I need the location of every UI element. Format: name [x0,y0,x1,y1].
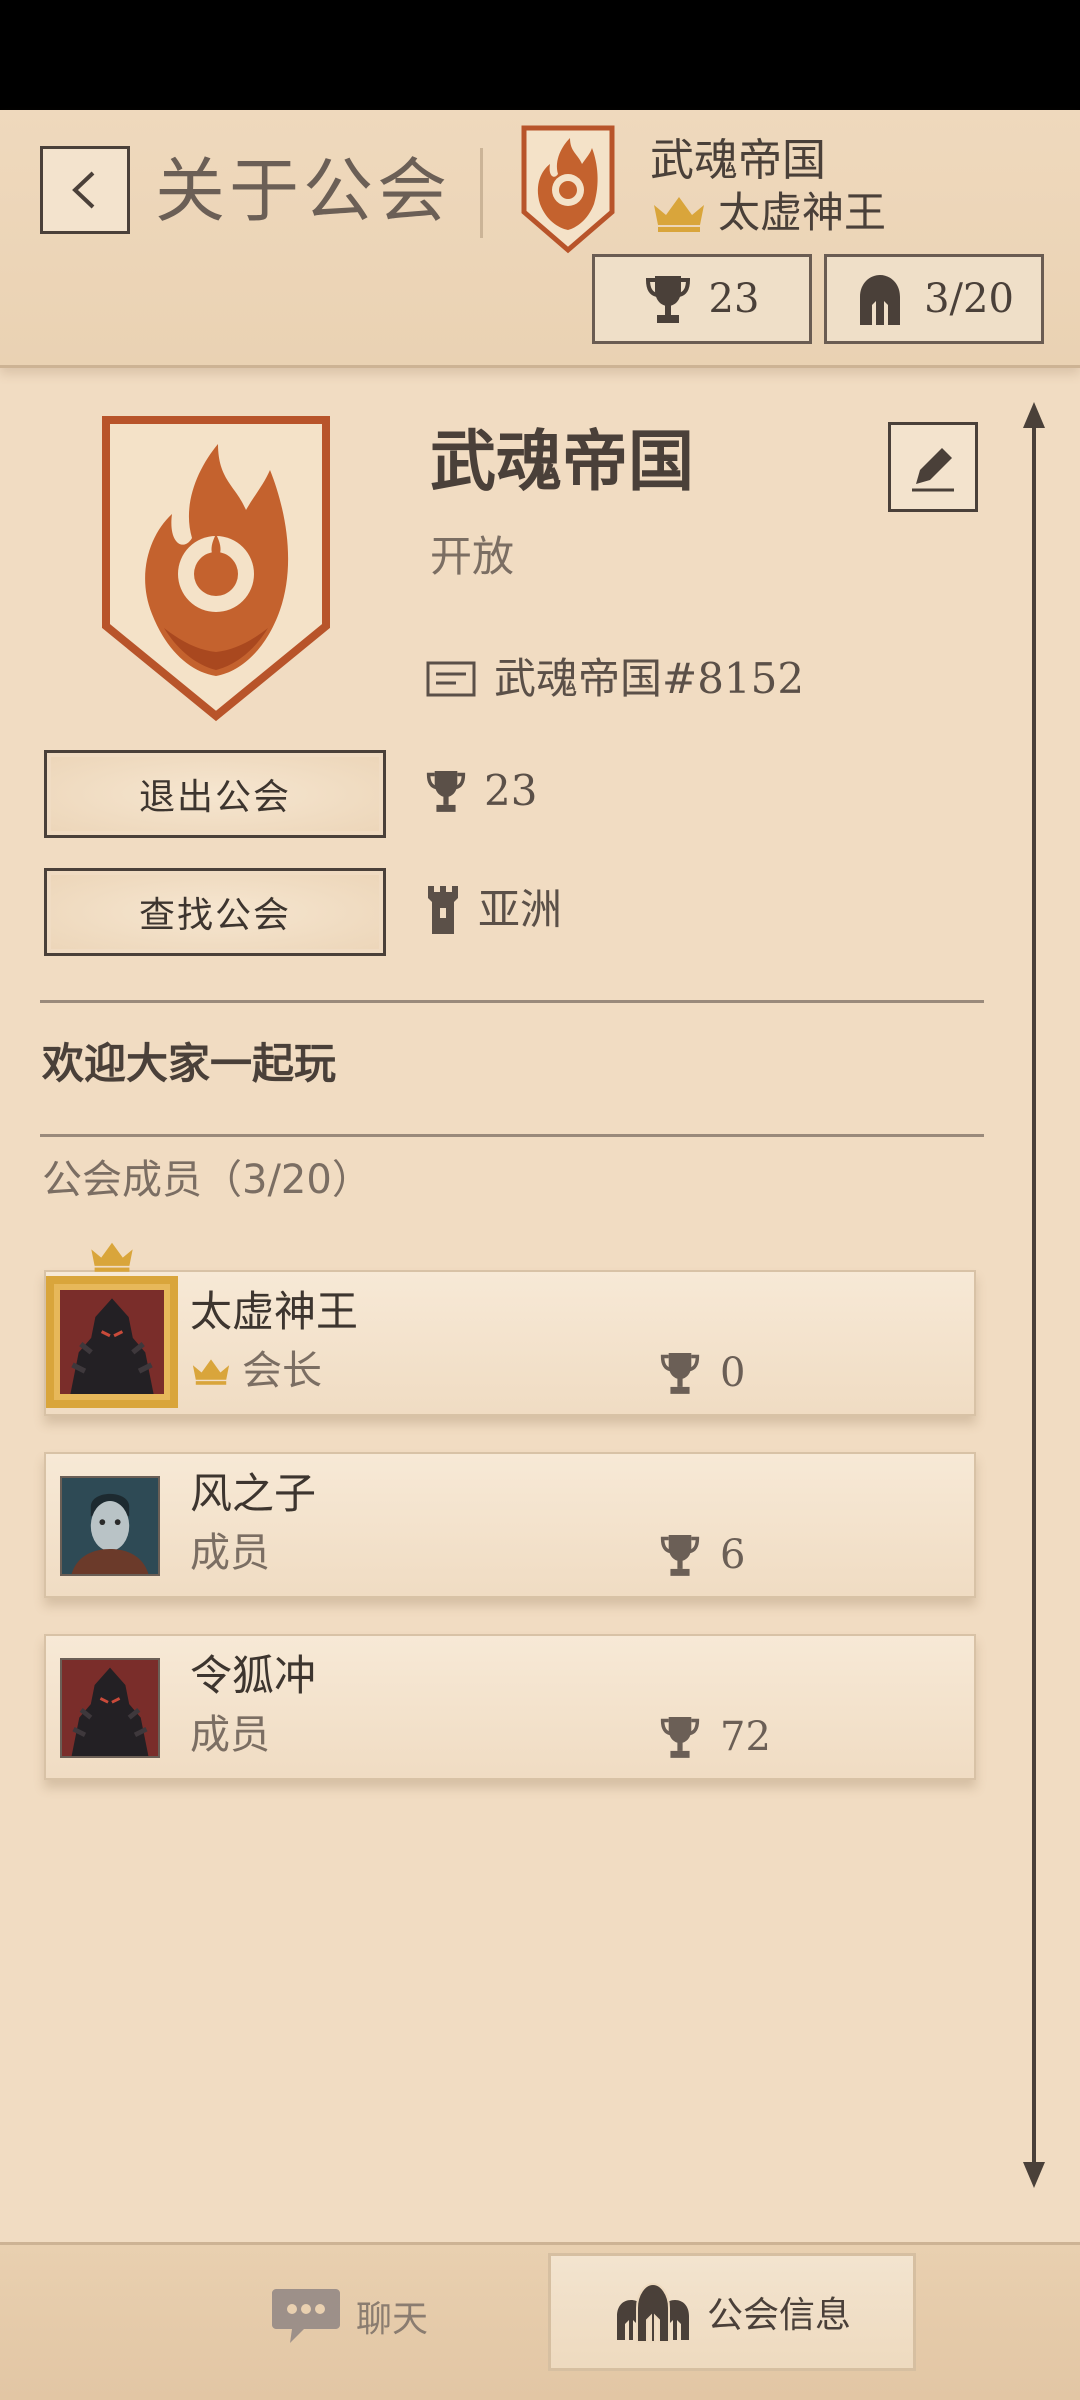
guild-trophy-row: 23 [426,766,537,816]
guild-description: 欢迎大家一起玩 [42,1039,337,1088]
nav-guild-info-tab[interactable]: 公会信息 [548,2253,916,2371]
trophy-icon [660,1535,700,1576]
bottom-nav: 聊天 公会信息 [0,2242,1080,2400]
chat-bubble-icon [272,2289,340,2343]
guild-trophy-value: 23 [484,766,538,815]
trophy-stat[interactable]: 23 [592,254,812,344]
member-name: 令狐冲 [190,1651,317,1700]
trophy-icon [426,771,466,812]
member-trophy-value: 6 [720,1532,746,1578]
member-trophy: 6 [660,1530,745,1580]
crown-icon [654,197,704,232]
avatar [60,1476,160,1576]
header-leader-name: 太虚神王 [718,188,887,237]
member-card-leader[interactable]: 太虚神王 会长 0 [44,1242,976,1416]
guild-crest-icon [521,125,615,254]
member-role: 成员 [190,1710,270,1760]
divider [40,1000,984,1003]
tower-icon [428,886,458,934]
guild-crest-large-icon [102,416,330,722]
status-bar [0,0,1080,110]
trophy-stat-value: 23 [708,276,760,322]
page-title: 关于公会 [155,150,451,232]
crown-icon [192,1359,230,1385]
member-trophy: 72 [660,1712,771,1762]
members-heading: 公会成员（3/20） [42,1157,372,1203]
member-role: 成员 [190,1528,270,1578]
crown-icon [91,1242,133,1272]
armored-knight-avatar-icon [60,1290,164,1394]
edit-pencil-icon [912,448,954,492]
avatar [60,1658,160,1758]
member-role-label: 成员 [190,1712,270,1758]
elf-avatar-icon [62,1478,158,1574]
header-guild-name: 武魂帝国 [650,135,826,186]
member-trophy-value: 0 [720,1350,746,1396]
guild-tag: 武魂帝国#8152 [494,654,805,703]
scrollbar[interactable] [1032,416,1036,2166]
guild-region: 亚洲 [478,885,563,934]
avatar [46,1276,178,1408]
armored-knight-avatar-icon [62,1660,158,1756]
members-stat-value: 3/20 [924,276,1014,322]
members-stat[interactable]: 3/20 [824,254,1044,344]
trophy-icon [645,276,690,323]
guild-region-row: 亚洲 [426,884,562,936]
member-role-label: 会长 [242,1348,322,1394]
guild-icon [616,2282,689,2343]
back-button[interactable] [40,146,130,234]
nav-chat-tab[interactable]: 聊天 [270,2285,428,2347]
trophy-icon [660,1353,700,1394]
trophy-icon [660,1717,700,1758]
member-name: 风之子 [190,1469,317,1518]
guild-status: 开放 [430,532,515,581]
header: 关于公会 武魂帝国 太虚神王 23 3/20 [0,110,1080,368]
member-card[interactable]: 风之子 成员 6 [44,1452,976,1598]
member-name: 太虚神王 [190,1287,359,1336]
member-trophy: 0 [660,1348,745,1398]
divider [40,1134,984,1137]
guild-tag-row: 武魂帝国#8152 [426,654,804,704]
leave-guild-button[interactable]: 退出公会 [44,750,386,838]
guild-info-panel: 武魂帝国 开放 武魂帝国#8152 23 亚洲 退出公会 查找公会 欢迎大家一起… [0,372,1080,2242]
helmet-icon [860,275,901,325]
header-leader: 太虚神王 [650,188,886,238]
nav-guild-info-label: 公会信息 [706,2295,851,2336]
member-role: 会长 [190,1346,322,1396]
member-card[interactable]: 令狐冲 成员 72 [44,1634,976,1780]
member-role-label: 成员 [190,1530,270,1576]
header-divider [480,148,483,238]
nav-chat-label: 聊天 [356,2299,429,2340]
id-card-icon [426,661,476,697]
member-trophy-value: 72 [720,1714,771,1760]
find-guild-button[interactable]: 查找公会 [44,868,386,956]
guild-name: 武魂帝国 [430,423,694,500]
back-chevron-icon [72,171,95,209]
scrollbar-bottom-arrow[interactable] [1023,2162,1045,2188]
edit-button[interactable] [888,422,978,512]
